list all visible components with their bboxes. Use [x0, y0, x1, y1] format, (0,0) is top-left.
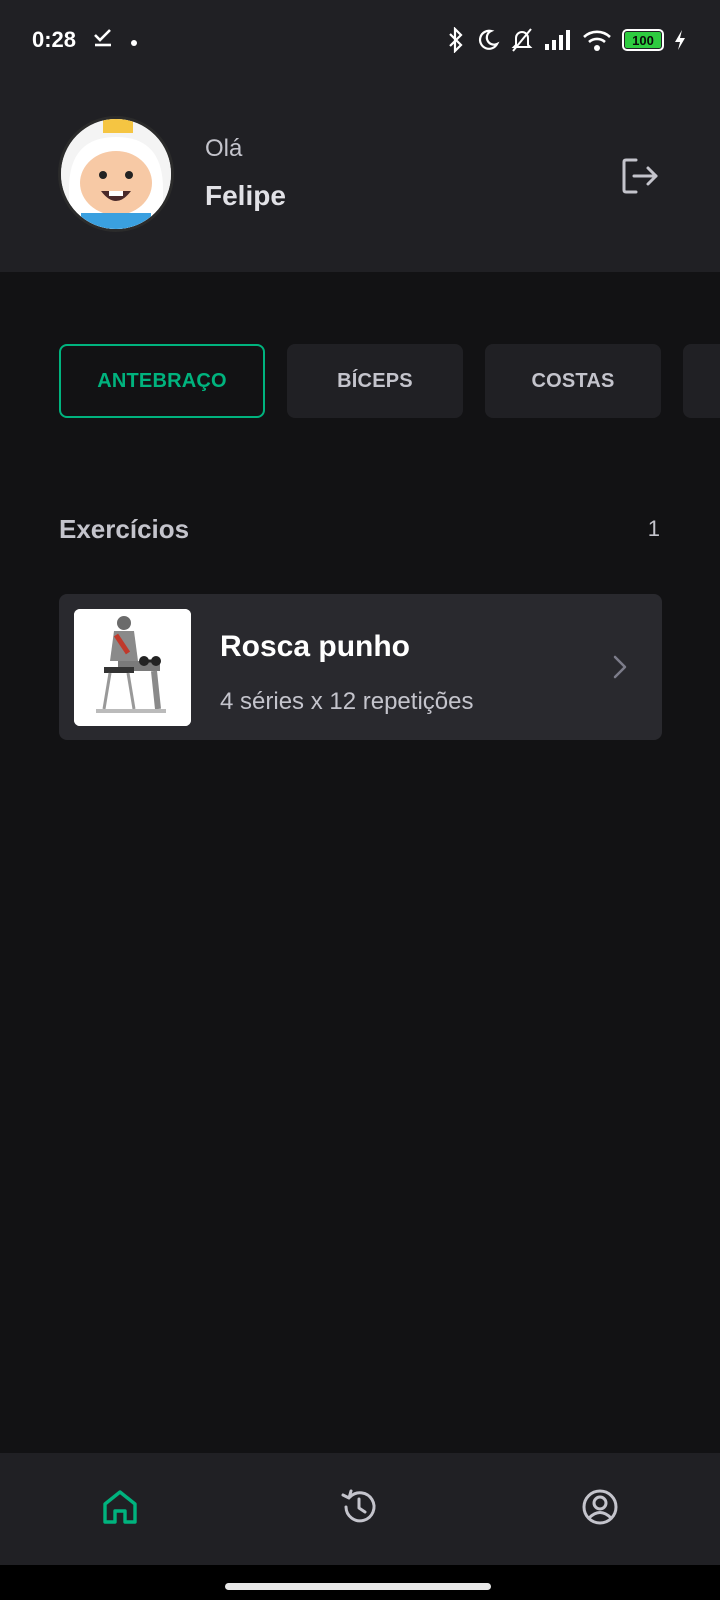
bell-off-icon	[510, 27, 534, 53]
history-icon	[341, 1489, 376, 1523]
status-left: 0:28	[32, 26, 138, 54]
bottom-nav	[0, 1453, 720, 1565]
nav-profile[interactable]	[578, 1485, 622, 1529]
battery-icon: 100	[622, 29, 664, 51]
dot-icon	[130, 27, 138, 53]
charging-icon	[674, 29, 686, 51]
user-name: Felipe	[205, 180, 286, 211]
group-antebraco[interactable]: ANTEBRAÇO	[59, 344, 265, 418]
signal-icon	[544, 29, 572, 51]
chevron-right-icon	[612, 654, 628, 685]
exercises-count: 1	[647, 516, 660, 541]
moon-icon	[476, 28, 500, 52]
muscle-group-list: ANTEBRAÇO BÍCEPS COSTAS	[0, 344, 720, 418]
avatar-illustration	[61, 119, 171, 229]
gesture-bar[interactable]	[225, 1583, 491, 1590]
avatar[interactable]	[58, 116, 174, 232]
bluetooth-icon	[446, 27, 466, 53]
group-costas[interactable]: COSTAS	[485, 344, 661, 418]
battery-level: 100	[625, 32, 661, 48]
exercise-illustration	[74, 609, 191, 726]
exercise-card[interactable]: Rosca punho 4 séries x 12 repetições	[59, 594, 662, 740]
profile-icon	[582, 1489, 618, 1525]
exercise-name: Rosca punho	[220, 630, 411, 663]
status-time: 0:28	[32, 27, 77, 52]
status-right: 100	[446, 27, 686, 53]
wifi-icon	[582, 28, 612, 52]
group-next-partial[interactable]	[683, 344, 720, 418]
greeting-text: Olá	[205, 135, 243, 162]
check-icon	[92, 26, 114, 54]
nav-history[interactable]	[337, 1485, 381, 1529]
group-biceps[interactable]: BÍCEPS	[287, 344, 463, 418]
exercise-thumbnail	[74, 609, 191, 726]
nav-home[interactable]	[98, 1485, 142, 1529]
logout-icon	[622, 158, 658, 194]
home-header: Olá Felipe	[0, 80, 720, 272]
home-icon	[103, 1490, 137, 1524]
logout-button[interactable]	[616, 152, 664, 200]
exercise-details: 4 séries x 12 repetições	[220, 688, 474, 715]
status-bar: 0:28 100	[0, 0, 720, 80]
exercises-title: Exercícios	[59, 514, 190, 544]
